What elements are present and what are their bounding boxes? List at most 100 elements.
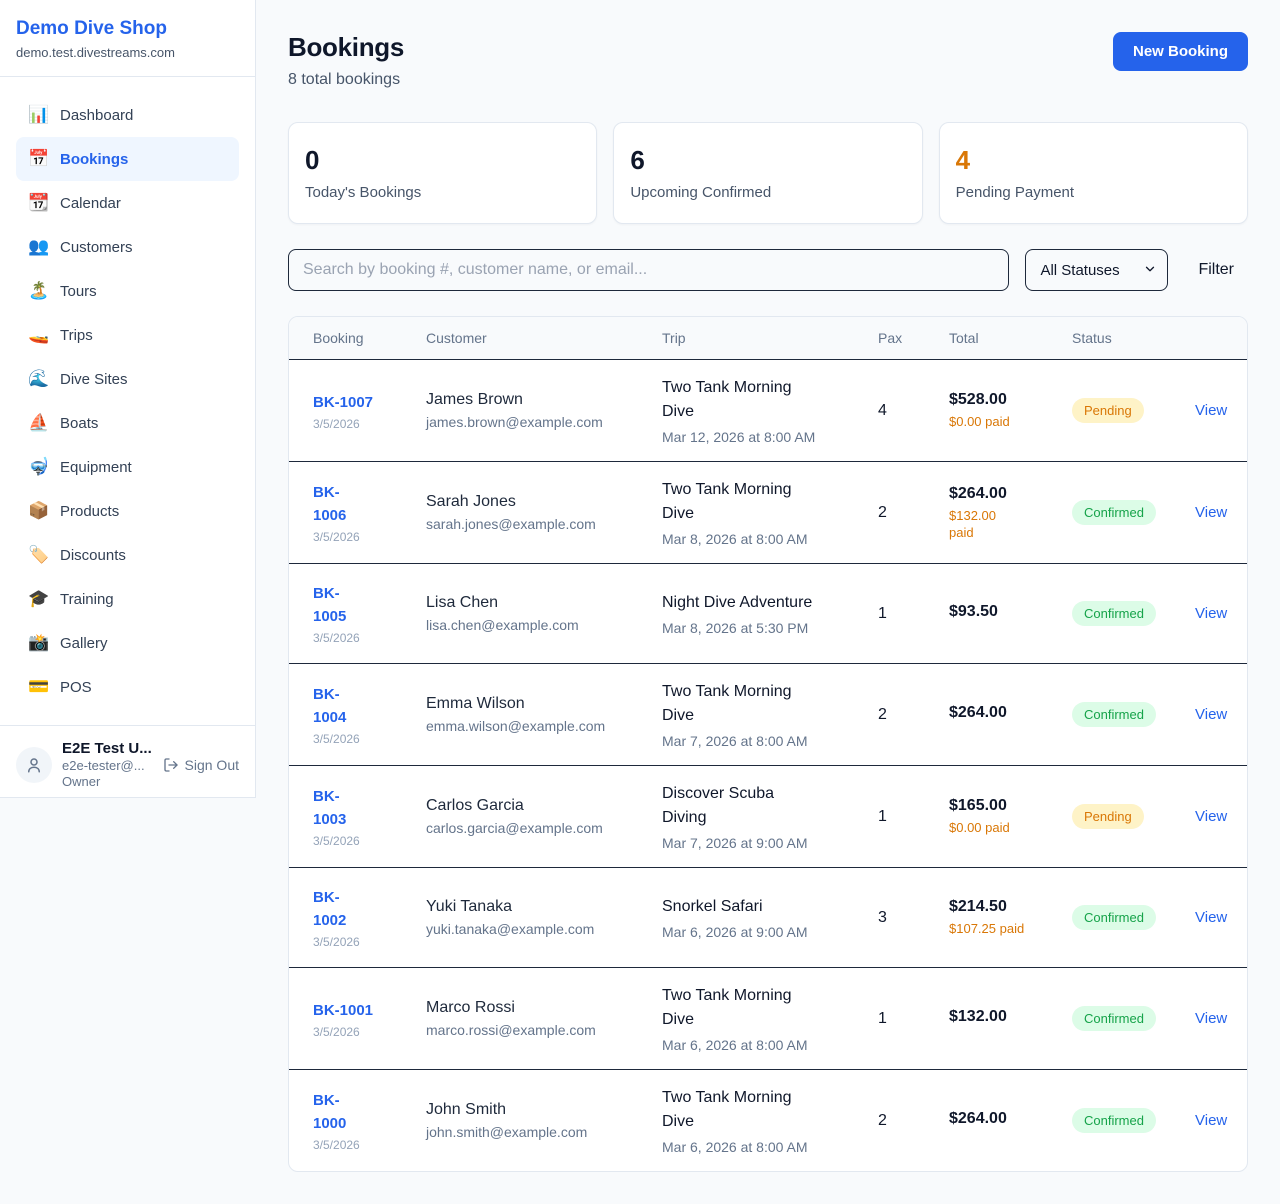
status-badge: Confirmed: [1072, 702, 1156, 727]
booking-date: 3/5/2026: [313, 530, 394, 544]
trip-name: Two Tank Morning Dive: [662, 984, 820, 1032]
booking-id-link[interactable]: BK-1005: [313, 582, 394, 628]
customer-email: lisa.chen@example.com: [426, 617, 630, 633]
package-icon: 📦: [28, 501, 48, 521]
status-badge: Confirmed: [1072, 1108, 1156, 1133]
user-icon: [25, 756, 43, 774]
bookings-table-card: Booking Customer Trip Pax Total Status B…: [288, 316, 1248, 1172]
customer-email: marco.rossi@example.com: [426, 1022, 630, 1038]
avatar: [16, 747, 52, 783]
pax-count: 1: [878, 808, 887, 825]
total-amount: $264.00: [949, 704, 1040, 722]
paid-amount: $107.25 paid: [949, 920, 1040, 937]
status-select[interactable]: All Statuses: [1025, 249, 1168, 291]
sidebar-item-dashboard[interactable]: 📊 Dashboard: [16, 93, 239, 137]
booking-date: 3/5/2026: [313, 732, 394, 746]
sidebar-item-label: Bookings: [60, 151, 128, 168]
paid-amount: $132.00paid: [949, 507, 1040, 541]
view-link[interactable]: View: [1195, 1112, 1227, 1129]
sidebar-item-label: Equipment: [60, 459, 132, 476]
sign-out-label: Sign Out: [185, 757, 239, 773]
status-badge: Confirmed: [1072, 500, 1156, 525]
pax-count: 2: [878, 504, 887, 521]
booking-id-link[interactable]: BK-1001: [313, 999, 394, 1022]
customer-email: emma.wilson@example.com: [426, 718, 630, 734]
sidebar-item-label: Customers: [60, 239, 133, 256]
filter-button[interactable]: Filter: [1184, 261, 1248, 279]
shop-name: Demo Dive Shop: [16, 18, 239, 40]
sidebar-item-customers[interactable]: 👥 Customers: [16, 225, 239, 269]
sidebar-item-label: Trips: [60, 327, 93, 344]
view-link[interactable]: View: [1195, 504, 1227, 521]
booking-id-link[interactable]: BK-1007: [313, 391, 394, 414]
column-header-customer: Customer: [410, 317, 646, 360]
pax-count: 1: [878, 1010, 887, 1027]
booking-row: BK-1004 3/5/2026 Emma Wilson emma.wilson…: [289, 664, 1247, 766]
sidebar-item-dive-sites[interactable]: 🌊 Dive Sites: [16, 357, 239, 401]
sidebar-item-boats[interactable]: ⛵ Boats: [16, 401, 239, 445]
sign-out-button[interactable]: Sign Out: [163, 757, 239, 773]
trip-name: Two Tank Morning Dive: [662, 478, 820, 526]
trip-datetime: Mar 6, 2026 at 8:00 AM: [662, 1139, 846, 1155]
bookings-table: Booking Customer Trip Pax Total Status B…: [289, 317, 1247, 1171]
sidebar-item-discounts[interactable]: 🏷️ Discounts: [16, 533, 239, 577]
search-input[interactable]: [288, 249, 1009, 291]
sidebar-item-pos[interactable]: 💳 POS: [16, 665, 239, 709]
bar-chart-icon: 📊: [28, 105, 48, 125]
customer-name: Lisa Chen: [426, 594, 630, 612]
tag-icon: 🏷️: [28, 545, 48, 565]
sidebar-item-equipment[interactable]: 🤿 Equipment: [16, 445, 239, 489]
view-link[interactable]: View: [1195, 402, 1227, 419]
sidebar-item-calendar[interactable]: 📆 Calendar: [16, 181, 239, 225]
booking-date: 3/5/2026: [313, 1025, 394, 1039]
booking-id-link[interactable]: BK-1006: [313, 481, 394, 527]
shop-domain: demo.test.divestreams.com: [16, 45, 239, 60]
sidebar-item-gallery[interactable]: 📸 Gallery: [16, 621, 239, 665]
stats-row: 0 Today's Bookings 6 Upcoming Confirmed …: [288, 122, 1248, 224]
speedboat-icon: 🚤: [28, 325, 48, 345]
trip-datetime: Mar 6, 2026 at 8:00 AM: [662, 1037, 846, 1053]
sidebar-item-label: Boats: [60, 415, 98, 432]
customer-email: carlos.garcia@example.com: [426, 820, 630, 836]
stat-label: Pending Payment: [956, 184, 1231, 201]
status-select-wrap: All Statuses: [1025, 249, 1168, 291]
stat-card-pending-payment: 4 Pending Payment: [939, 122, 1248, 224]
booking-date: 3/5/2026: [313, 1138, 394, 1152]
table-header-row: Booking Customer Trip Pax Total Status: [289, 317, 1247, 360]
trip-name: Two Tank Morning Dive: [662, 376, 820, 424]
sidebar-item-products[interactable]: 📦 Products: [16, 489, 239, 533]
sidebar-item-training[interactable]: 🎓 Training: [16, 577, 239, 621]
booking-row: BK-1005 3/5/2026 Lisa Chen lisa.chen@exa…: [289, 564, 1247, 664]
sidebar-item-label: Dashboard: [60, 107, 133, 124]
trip-datetime: Mar 8, 2026 at 8:00 AM: [662, 531, 846, 547]
booking-date: 3/5/2026: [313, 631, 394, 645]
view-link[interactable]: View: [1195, 706, 1227, 723]
stat-value: 6: [630, 145, 905, 176]
paid-amount: $0.00 paid: [949, 819, 1040, 836]
view-link[interactable]: View: [1195, 909, 1227, 926]
sidebar-item-bookings[interactable]: 📅 Bookings: [16, 137, 239, 181]
status-badge: Confirmed: [1072, 601, 1156, 626]
trip-datetime: Mar 12, 2026 at 8:00 AM: [662, 429, 846, 445]
booking-id-link[interactable]: BK-1000: [313, 1089, 394, 1135]
sidebar-item-label: Calendar: [60, 195, 121, 212]
booking-id-link[interactable]: BK-1002: [313, 886, 394, 932]
booking-id-link[interactable]: BK-1004: [313, 683, 394, 729]
page-subtitle: 8 total bookings: [288, 71, 404, 89]
page-header: Bookings 8 total bookings New Booking: [288, 32, 1248, 89]
booking-id-link[interactable]: BK-1003: [313, 785, 394, 831]
total-amount: $264.00: [949, 1110, 1040, 1128]
view-link[interactable]: View: [1195, 1010, 1227, 1027]
paid-amount: $0.00 paid: [949, 413, 1040, 430]
sidebar-item-trips[interactable]: 🚤 Trips: [16, 313, 239, 357]
user-panel: E2E Test U... e2e-tester@... Owner Sign …: [0, 725, 255, 803]
pax-count: 3: [878, 909, 887, 926]
stat-label: Today's Bookings: [305, 184, 580, 201]
new-booking-button[interactable]: New Booking: [1113, 32, 1248, 71]
view-link[interactable]: View: [1195, 605, 1227, 622]
total-amount: $264.00: [949, 485, 1040, 503]
pax-count: 1: [878, 605, 887, 622]
sidebar-item-tours[interactable]: 🏝️ Tours: [16, 269, 239, 313]
total-amount: $214.50: [949, 898, 1040, 916]
view-link[interactable]: View: [1195, 808, 1227, 825]
